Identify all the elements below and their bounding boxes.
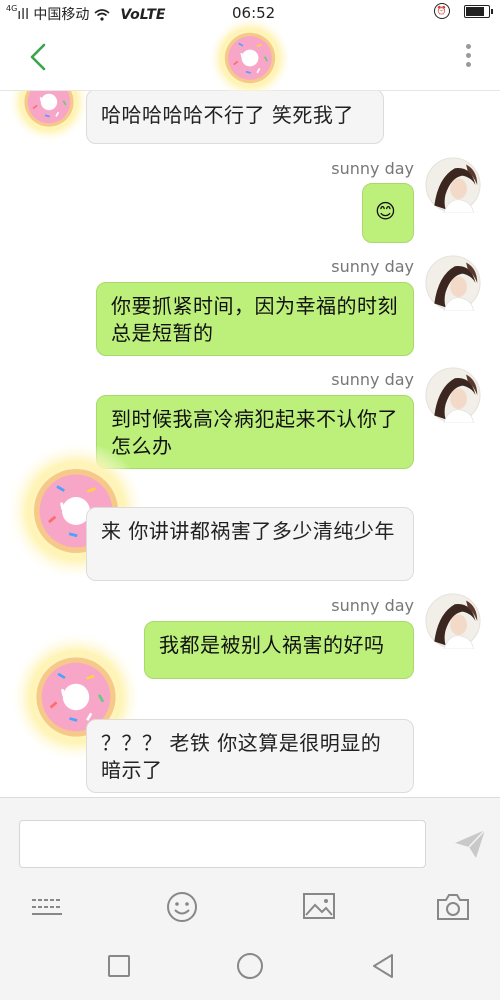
- status-right: ⏰: [433, 3, 493, 19]
- composer: [0, 797, 500, 933]
- emoji-icon: [167, 892, 197, 922]
- battery-fill: [466, 6, 485, 16]
- chat-header: [0, 26, 500, 91]
- incoming-avatar[interactable]: [8, 91, 90, 157]
- chevron-left-icon: [30, 43, 46, 71]
- circle-icon: [237, 953, 263, 979]
- image-button[interactable]: [302, 892, 336, 922]
- message-bubble-incoming[interactable]: 哈哈哈哈哈不行了 笑死我了: [86, 91, 384, 144]
- message-bubble-incoming[interactable]: ？？？ 老铁 你这算是很明显的暗示了: [86, 719, 414, 793]
- home-button[interactable]: [236, 952, 264, 980]
- message-bubble-outgoing[interactable]: 我都是被别人祸害的好吗: [144, 621, 414, 679]
- user-avatar[interactable]: [425, 157, 481, 213]
- volte-indicator: VoLTE: [120, 7, 166, 23]
- message-input[interactable]: [19, 820, 426, 868]
- message-bubble-incoming[interactable]: 来 你讲讲都祸害了多少清纯少年: [86, 507, 414, 581]
- camera-button[interactable]: [436, 892, 470, 922]
- user-avatar[interactable]: [425, 255, 481, 311]
- message-bubble-outgoing[interactable]: 你要抓紧时间，因为幸福的时刻总是短暂的: [96, 282, 414, 356]
- camera-icon: [437, 894, 469, 920]
- emoji-button[interactable]: [165, 892, 199, 922]
- alarm-icon: ⏰: [433, 3, 450, 19]
- more-dot: [465, 62, 471, 67]
- status-left: 4Gıll 中国移动 VoLTE: [6, 4, 165, 24]
- send-button[interactable]: [452, 826, 488, 862]
- sender-name: sunny day: [331, 596, 414, 615]
- user-avatar[interactable]: [425, 593, 481, 649]
- nav-back-button[interactable]: [370, 952, 398, 980]
- recent-apps-button[interactable]: [105, 952, 133, 980]
- message-list[interactable]: 哈哈哈哈哈不行了 笑死我了 sunny day 😊 sunny day 你要抓紧…: [0, 91, 500, 797]
- wifi-icon: [94, 7, 114, 23]
- more-vertical-icon: [465, 44, 471, 49]
- carrier-name: 中国移动: [33, 7, 90, 23]
- network-type: 4G: [6, 4, 18, 13]
- keyboard-button[interactable]: [30, 892, 64, 922]
- back-button[interactable]: [26, 42, 50, 72]
- system-nav-bar: [0, 932, 500, 1000]
- triangle-back-icon: [373, 954, 393, 978]
- square-icon: [108, 955, 130, 977]
- battery-icon: [464, 4, 493, 18]
- contact-avatar[interactable]: [208, 16, 292, 100]
- signal-icon: ıll: [17, 7, 29, 23]
- sender-name: sunny day: [331, 370, 414, 389]
- more-button[interactable]: [460, 44, 476, 74]
- user-avatar[interactable]: [425, 367, 481, 423]
- sender-name: sunny day: [331, 159, 414, 178]
- more-dot: [465, 53, 471, 58]
- sender-name: sunny day: [331, 257, 414, 276]
- image-icon: [303, 893, 335, 919]
- keyboard-icon: [32, 899, 62, 915]
- message-bubble-outgoing[interactable]: 😊: [362, 183, 414, 243]
- send-icon: [455, 829, 486, 858]
